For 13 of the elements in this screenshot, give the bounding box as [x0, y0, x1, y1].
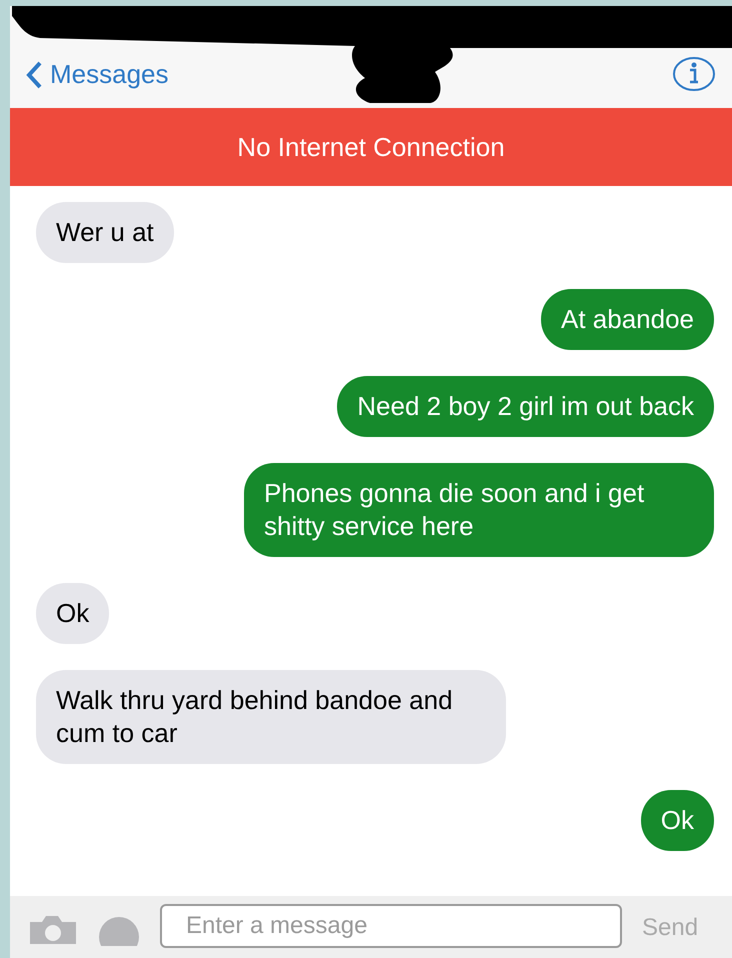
back-chevron-icon — [26, 60, 42, 88]
received-message-bubble: Wer u at — [36, 202, 174, 263]
received-message-bubble: Walk thru yard behind bandoe and cum to car — [36, 670, 506, 764]
sent-message-bubble: Phones gonna die soon and i get shitty service here — [244, 463, 714, 557]
no-connection-banner: No Internet Connection — [10, 108, 732, 186]
sent-message-bubble: Ok — [640, 790, 714, 851]
info-icon[interactable] — [672, 56, 716, 92]
sent-message-bubble: Need 2 boy 2 girl im out back — [337, 376, 714, 437]
back-button[interactable]: Messages — [26, 55, 168, 94]
camera-icon[interactable] — [28, 914, 78, 944]
sent-message-bubble: At abandoe — [540, 289, 714, 350]
received-message-bubble: Ok — [36, 583, 110, 644]
message-input-field[interactable]: Enter a message — [160, 904, 622, 948]
